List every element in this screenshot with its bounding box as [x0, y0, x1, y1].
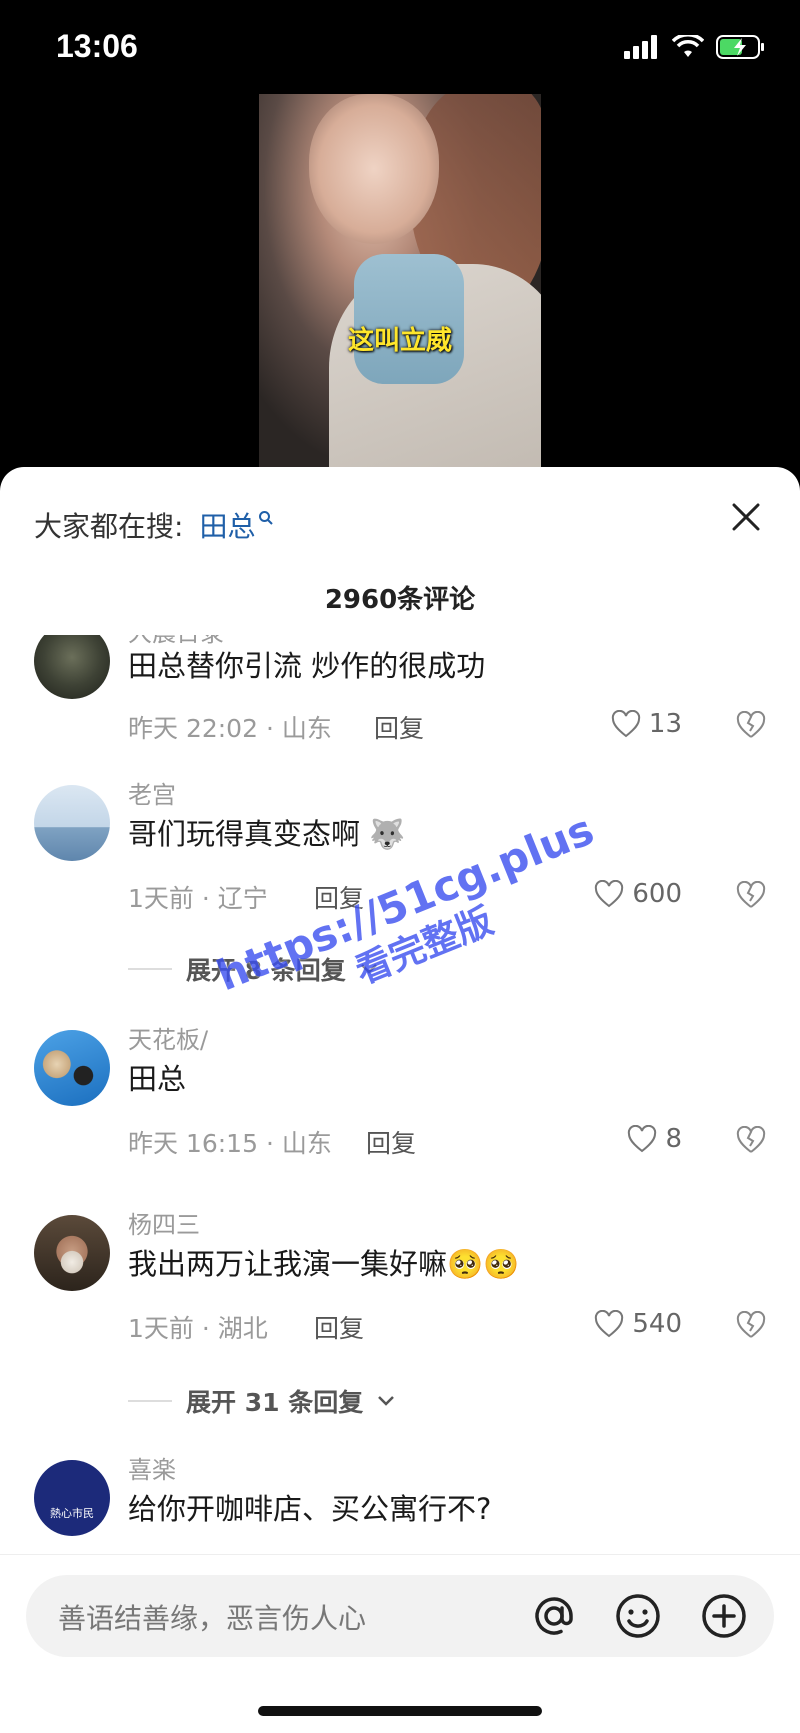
avatar[interactable] [34, 1030, 110, 1106]
like-count: 8 [665, 1124, 682, 1154]
like-button[interactable]: 540 [594, 1309, 682, 1339]
close-icon[interactable] [726, 497, 766, 537]
reply-button[interactable]: 回复 [374, 709, 424, 745]
search-term-link[interactable]: 田总 [199, 505, 255, 545]
status-bar: 13:06 [0, 0, 800, 94]
smiley-icon[interactable] [614, 1592, 662, 1640]
comment-text-body: 哥们玩得真变态啊 [128, 817, 361, 851]
like-button[interactable]: 13 [611, 709, 682, 739]
comment-author[interactable]: 老宫 [128, 775, 176, 810]
comment-author[interactable]: 喜楽 [128, 1450, 176, 1485]
comment-text: 我出两万让我演一集好嘛🥺🥺 [128, 1241, 519, 1283]
like-count: 13 [648, 709, 682, 739]
like-count: 600 [632, 879, 682, 909]
input-divider [0, 1554, 800, 1555]
battery-charging-icon [716, 35, 764, 59]
expand-replies-label: 展开 8 条回复 [186, 956, 346, 985]
search-icon[interactable] [258, 510, 274, 526]
heart-icon [595, 880, 624, 908]
avatar[interactable] [34, 635, 110, 699]
avatar[interactable] [34, 1215, 110, 1291]
comment-text: 田总 [128, 1062, 187, 1096]
comment-meta: 昨天 16:15 · 山东 [128, 1129, 332, 1158]
status-icons [624, 34, 766, 60]
emoji-sticker: 🥺🥺 [447, 1247, 520, 1281]
avatar[interactable]: 熱心市民 [34, 1460, 110, 1536]
expand-replies-button[interactable]: 展开 8 条回复 [128, 951, 378, 987]
home-indicator[interactable] [258, 1706, 542, 1716]
reply-button[interactable]: 回复 [366, 1124, 416, 1160]
search-suggestion: 大家都在搜: 田总 [34, 505, 274, 545]
expand-divider [128, 968, 172, 970]
avatar-text: 熱心市民 [50, 1507, 94, 1520]
signal-icon [624, 35, 657, 59]
chevron-down-icon [360, 964, 377, 974]
emoji-sticker: 🐺 [369, 817, 406, 851]
video-player[interactable]: 这叫立威 [259, 94, 541, 470]
search-prefix: 大家都在搜: [34, 510, 184, 543]
chevron-down-icon [378, 1396, 395, 1406]
broken-heart-icon[interactable] [736, 1126, 766, 1154]
expand-replies-button[interactable]: 展开 31 条回复 [128, 1383, 395, 1419]
like-button[interactable]: 600 [594, 879, 682, 909]
reply-button[interactable]: 回复 [314, 1309, 364, 1345]
comment-input-bar[interactable]: 善语结善缘，恶言伤人心 [26, 1575, 774, 1657]
status-time: 13:06 [56, 28, 138, 64]
comment-author[interactable]: 杨四三 [128, 1205, 200, 1240]
broken-heart-icon[interactable] [736, 711, 766, 739]
comment-item: 天花板/ 田总 昨天 16:15 · 山东 回复 8 [0, 1020, 800, 1190]
comment-text: 给你开咖啡店、买公寓行不? [128, 1492, 492, 1526]
comment-meta: 昨天 22:02 · 山东 [128, 714, 332, 743]
comment-item: 杨四三 我出两万让我演一集好嘛🥺🥺 1天前 · 湖北 回复 540 展开 31 … [0, 1205, 800, 1435]
reply-button[interactable]: 回复 [314, 879, 364, 915]
comment-author[interactable]: 天花板/ [128, 1020, 208, 1055]
heart-icon [611, 710, 641, 738]
comment-count: 2960条评论 [324, 585, 476, 615]
comment-item: 大晨日录 田总替你引流 炒作的很成功 昨天 22:02 · 山东 回复 13 [0, 635, 800, 763]
video-figure-collar [354, 254, 464, 384]
comment-input[interactable]: 善语结善缘，恶言伤人心 [58, 1597, 366, 1637]
wifi-icon [672, 35, 704, 57]
video-figure-face [309, 94, 439, 244]
broken-heart-icon[interactable] [736, 1311, 766, 1339]
heart-icon [628, 1125, 657, 1153]
video-caption: 这叫立威 [347, 326, 452, 356]
comment-text: 田总替你引流 炒作的很成功 [128, 649, 486, 683]
comment-sheet: 大家都在搜: 田总 2960条评论 大晨日录 田总替你引流 炒作的很成功 昨天 … [0, 467, 800, 1733]
expand-divider [128, 1400, 172, 1402]
comment-list[interactable]: 大晨日录 田总替你引流 炒作的很成功 昨天 22:02 · 山东 回复 13 老… [0, 635, 800, 1615]
broken-heart-icon[interactable] [736, 881, 766, 909]
heart-icon [595, 1310, 624, 1338]
comment-item: 老宫 哥们玩得真变态啊 🐺 1天前 · 辽宁 回复 600 展开 8 条回复 [0, 775, 800, 995]
like-button[interactable]: 8 [627, 1124, 682, 1154]
comment-meta: 1天前 · 湖北 [128, 1314, 268, 1343]
avatar[interactable] [34, 785, 110, 861]
plus-icon[interactable] [700, 1592, 748, 1640]
comment-meta: 1天前 · 辽宁 [128, 884, 268, 913]
comment-text: 哥们玩得真变态啊 🐺 [128, 811, 405, 853]
like-count: 540 [632, 1309, 682, 1339]
at-icon[interactable] [530, 1592, 578, 1640]
comment-text-body: 我出两万让我演一集好嘛 [128, 1247, 448, 1281]
expand-replies-label: 展开 31 条回复 [186, 1388, 364, 1417]
